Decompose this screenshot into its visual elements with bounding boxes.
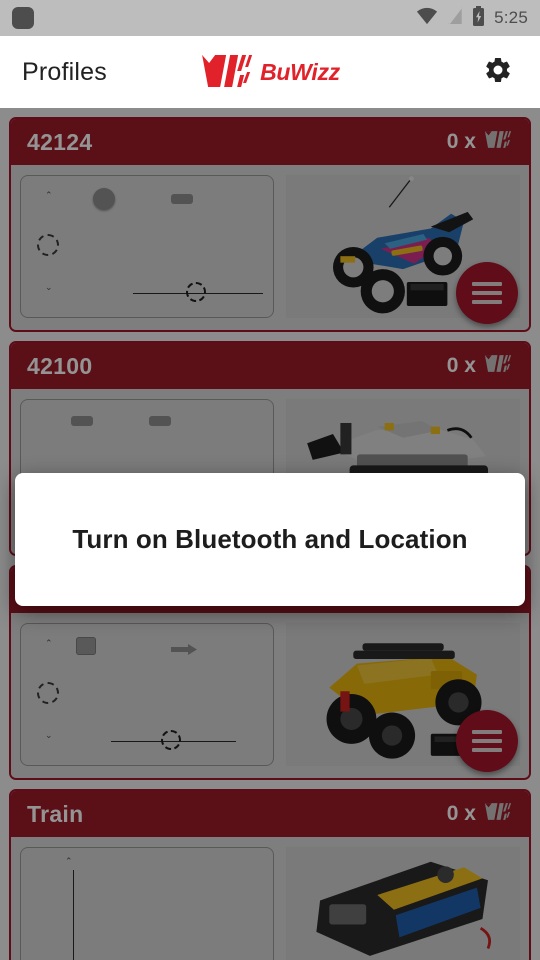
profile-device-count: 0 x (447, 128, 513, 156)
buwizz-wordmark: BuWizz (260, 58, 340, 85)
battery-charging-icon (472, 5, 485, 31)
app-bar-actions (478, 52, 518, 92)
status-bar-clock: 5:25 (494, 8, 528, 27)
square-button[interactable] (76, 637, 96, 655)
arrow-button[interactable] (171, 642, 197, 655)
status-bar-right: 5:25 (416, 5, 528, 31)
profile-menu-fab[interactable] (456, 262, 518, 324)
page-title: Profiles (22, 57, 107, 86)
notification-badge-icon (12, 7, 34, 29)
profile-device-count: 0 x (447, 352, 513, 380)
menu-icon (472, 725, 502, 757)
control-pane[interactable]: ⌃ ⌄ (20, 623, 274, 766)
steering-joystick[interactable] (37, 682, 59, 704)
pill-button[interactable] (149, 416, 171, 426)
settings-button[interactable] (478, 52, 518, 92)
profile-card-header: 42124 0 x (11, 119, 529, 165)
gear-icon (483, 55, 513, 90)
control-pane[interactable]: ⌃ ⌄ (20, 175, 274, 318)
control-tick: ⌄ (45, 282, 53, 292)
no-sim-icon (447, 6, 463, 30)
slider-knob[interactable] (161, 730, 181, 750)
profile-card-body: ⌃ (11, 837, 529, 960)
wifi-icon (416, 7, 438, 30)
app-bar: Profiles BuWizz (0, 36, 540, 108)
round-button[interactable] (93, 188, 115, 210)
control-tick: ⌃ (65, 856, 73, 866)
horizontal-slider[interactable] (111, 729, 236, 753)
control-pane[interactable]: ⌃ (20, 847, 274, 960)
buwizz-mark-icon (483, 128, 513, 156)
control-tick: ⌄ (45, 730, 53, 740)
device-count-label: 0 x (446, 802, 476, 825)
device-count-label: 0 x (446, 354, 476, 377)
dialog-message: Turn on Bluetooth and Location (72, 524, 468, 554)
slider-knob[interactable] (186, 282, 206, 302)
vertical-slider[interactable] (73, 870, 74, 960)
horizontal-slider[interactable] (133, 281, 263, 305)
profile-device-count: 0 x (447, 800, 513, 828)
device-count-label: 0 x (446, 130, 476, 153)
bluetooth-location-dialog[interactable]: Turn on Bluetooth and Location (15, 473, 525, 606)
profile-card-body: ⌃ ⌄ (11, 613, 529, 778)
profile-name: 42124 (27, 128, 93, 155)
lego-train-image (292, 847, 514, 960)
profile-name: 42100 (27, 352, 93, 379)
steering-joystick[interactable] (37, 234, 59, 256)
profile-name: Train (27, 800, 84, 827)
pill-button[interactable] (71, 416, 93, 426)
profile-thumbnail (285, 847, 520, 960)
buwizz-mark-icon (483, 352, 513, 380)
profile-card[interactable]: 42124 0 x ⌃ ⌄ (9, 117, 531, 332)
pill-button[interactable] (171, 194, 193, 204)
control-tick: ⌃ (45, 190, 53, 200)
buwizz-logo: BuWizz (200, 49, 340, 96)
control-tick: ⌃ (45, 638, 53, 648)
profile-card-body: ⌃ ⌄ (11, 165, 529, 330)
profile-card-header: 42100 0 x (11, 343, 529, 389)
profile-card-header: Train 0 x (11, 791, 529, 837)
status-bar-left (12, 7, 34, 29)
app-screen: 5:25 Profiles BuWizz 42124 0 x ⌃ ⌄ 42100… (0, 0, 540, 960)
menu-icon (472, 277, 502, 309)
profile-menu-fab[interactable] (456, 710, 518, 772)
buwizz-mark-icon (483, 800, 513, 828)
status-bar: 5:25 (0, 0, 540, 36)
profile-card[interactable]: Train 0 x ⌃ (9, 789, 531, 960)
buwizz-mark-icon (200, 49, 254, 96)
